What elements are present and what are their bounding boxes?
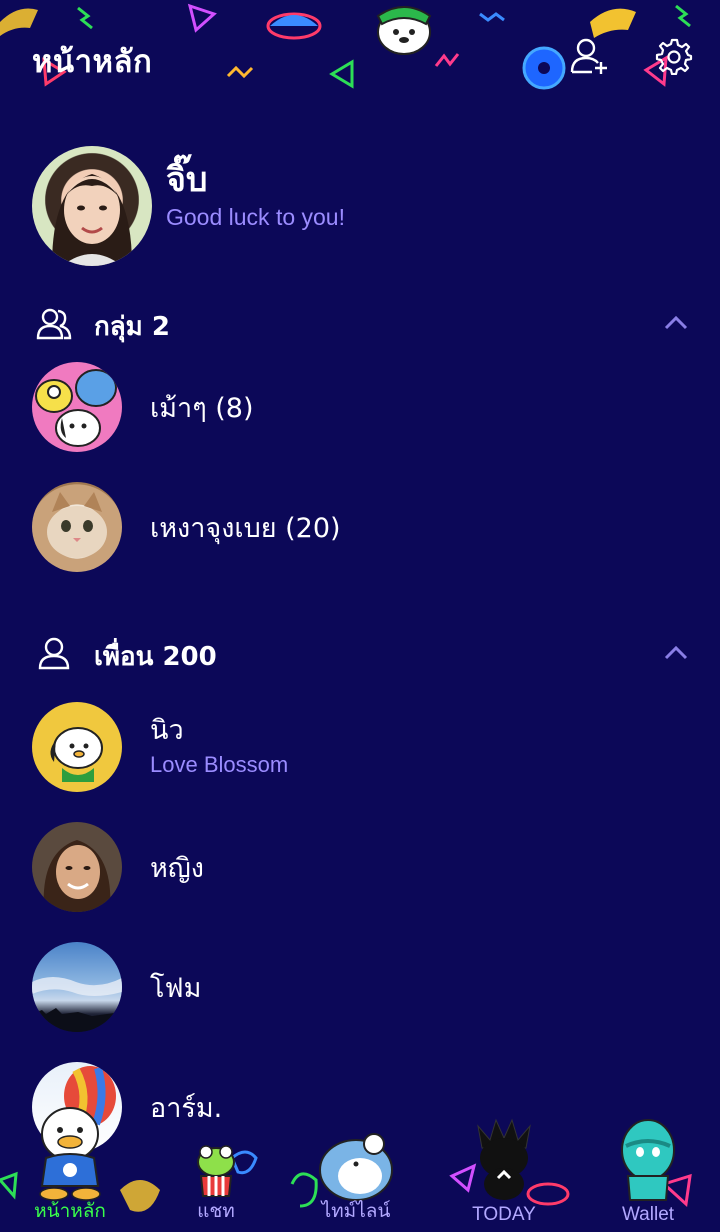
group-name: เม้าๆ (8) — [150, 393, 254, 424]
header: หน้าหลัก — [0, 0, 720, 112]
profile-photo — [52, 174, 132, 266]
penguin-character-icon — [319, 1133, 393, 1201]
nav-today[interactable]: TODAY — [434, 1106, 574, 1226]
add-friend-icon — [570, 38, 607, 74]
friend-name: โฟม — [150, 973, 202, 1004]
friend-row[interactable]: โฟม — [0, 932, 720, 1042]
cat-photo — [47, 492, 107, 558]
my-profile-avatar[interactable] — [32, 146, 152, 266]
person-icon — [38, 637, 70, 670]
group-avatar — [32, 362, 122, 452]
nav-home[interactable]: หน้าหลัก — [0, 1106, 140, 1226]
friends-section-label: เพื่อน 200 — [94, 642, 217, 672]
friend-status: Love Blossom — [150, 752, 289, 777]
chevron-up-icon[interactable] — [662, 312, 690, 332]
group-icon — [36, 308, 72, 340]
add-friend-button[interactable] — [568, 34, 612, 78]
character-avatar — [50, 727, 103, 782]
hangyodon-character-icon — [621, 1119, 675, 1201]
nav-timeline[interactable]: ไทม์ไลน์ — [286, 1106, 426, 1226]
group-avatar — [32, 482, 122, 572]
friend-name: นิว — [150, 715, 184, 746]
nav-wallet-label: Wallet — [621, 1204, 675, 1225]
friend-avatar — [32, 822, 122, 912]
page-title: หน้าหลัก — [32, 44, 153, 80]
nav-chat[interactable]: แชท — [146, 1106, 286, 1226]
friend-name: หญิง — [150, 853, 204, 884]
woman-photo — [43, 840, 111, 912]
sky-photo — [32, 977, 122, 1032]
friend-avatar — [32, 942, 122, 1032]
gear-icon — [655, 38, 693, 75]
group-name: เหงาจุงเบย (20) — [150, 513, 341, 544]
groups-section-header[interactable]: กลุ่ม 2 — [0, 292, 720, 352]
duck-character-icon — [39, 1107, 101, 1201]
nav-today-label: TODAY — [472, 1204, 536, 1225]
badtz-character-icon — [477, 1118, 531, 1200]
frog-character-icon — [197, 1145, 235, 1197]
nav-home-label: หน้าหลัก — [34, 1201, 106, 1222]
chevron-up-icon[interactable] — [662, 642, 690, 662]
group-row[interactable]: เหงาจุงเบย (20) — [0, 472, 720, 582]
friend-avatar — [32, 702, 122, 792]
my-profile-name[interactable]: จิ๊บ — [166, 152, 208, 206]
friends-section-header[interactable]: เพื่อน 200 — [0, 622, 720, 682]
friend-row[interactable]: หญิง — [0, 812, 720, 922]
my-profile-status: Good luck to you! — [166, 204, 345, 230]
group-row[interactable]: เม้าๆ (8) — [0, 352, 720, 462]
nav-timeline-label: ไทม์ไลน์ — [321, 1201, 391, 1222]
settings-button[interactable] — [652, 34, 696, 78]
nav-chat-label: แชท — [197, 1201, 235, 1222]
bottom-nav: หน้าหลัก แชท ไทม์ไลน์ TODAY Wallet — [0, 1107, 720, 1232]
friend-row[interactable]: นิว Love Blossom — [0, 692, 720, 802]
groups-section-label: กลุ่ม 2 — [94, 312, 170, 342]
group-avatar-image — [35, 369, 117, 447]
nav-wallet[interactable]: Wallet — [578, 1106, 718, 1226]
